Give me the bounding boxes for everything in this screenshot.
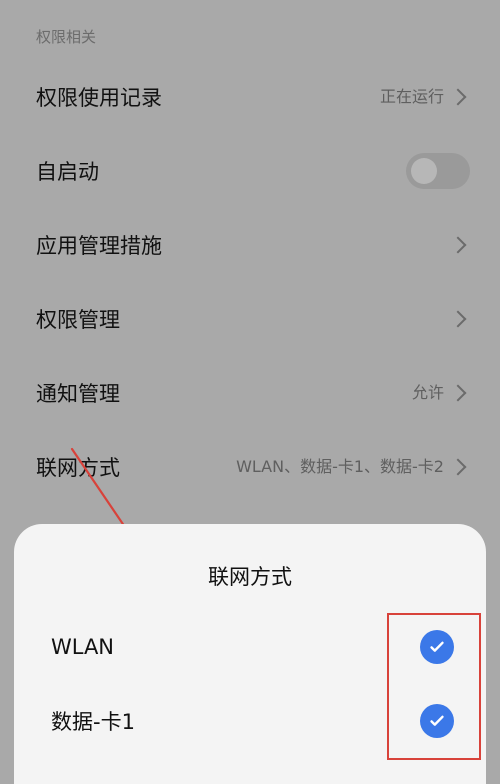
- chevron-right-icon: [449, 384, 467, 402]
- network-option-label: WLAN: [51, 635, 115, 659]
- toggle-knob: [411, 158, 437, 184]
- app-management-measures-label: 应用管理措施: [36, 234, 162, 258]
- network-mode-label: 联网方式: [36, 456, 120, 480]
- permission-usage-record-status: 正在运行: [379, 87, 444, 106]
- chevron-right-icon: [449, 88, 467, 106]
- permission-management-row[interactable]: 权限管理: [0, 289, 500, 349]
- permission-management-label: 权限管理: [36, 308, 120, 332]
- app-management-measures-row[interactable]: 应用管理措施: [0, 215, 500, 275]
- network-mode-status: WLAN、数据-卡1、数据-卡2: [236, 457, 444, 476]
- permission-usage-record-label: 权限使用记录: [36, 86, 162, 110]
- permission-usage-record-row[interactable]: 权限使用记录 正在运行: [0, 67, 500, 127]
- check-icon[interactable]: [420, 630, 454, 664]
- auto-start-label: 自启动: [36, 160, 99, 184]
- notification-management-status: 允许: [411, 383, 444, 402]
- notification-management-label: 通知管理: [36, 382, 120, 406]
- sheet-title: 联网方式: [208, 565, 292, 589]
- network-mode-sheet: 联网方式 WLAN 数据-卡1: [14, 524, 486, 784]
- section-header: 权限相关: [36, 28, 97, 46]
- check-icon[interactable]: [420, 704, 454, 738]
- network-option-wlan[interactable]: WLAN: [14, 619, 486, 675]
- network-option-label: 数据-卡1: [51, 710, 135, 734]
- network-mode-row[interactable]: 联网方式 WLAN、数据-卡1、数据-卡2: [0, 437, 500, 497]
- auto-start-toggle[interactable]: [406, 153, 470, 189]
- auto-start-row[interactable]: 自启动: [0, 141, 500, 201]
- chevron-right-icon: [449, 458, 467, 476]
- network-option-data-card1[interactable]: 数据-卡1: [14, 693, 486, 749]
- chevron-right-icon: [449, 310, 467, 328]
- notification-management-row[interactable]: 通知管理 允许: [0, 363, 500, 423]
- chevron-right-icon: [449, 236, 467, 254]
